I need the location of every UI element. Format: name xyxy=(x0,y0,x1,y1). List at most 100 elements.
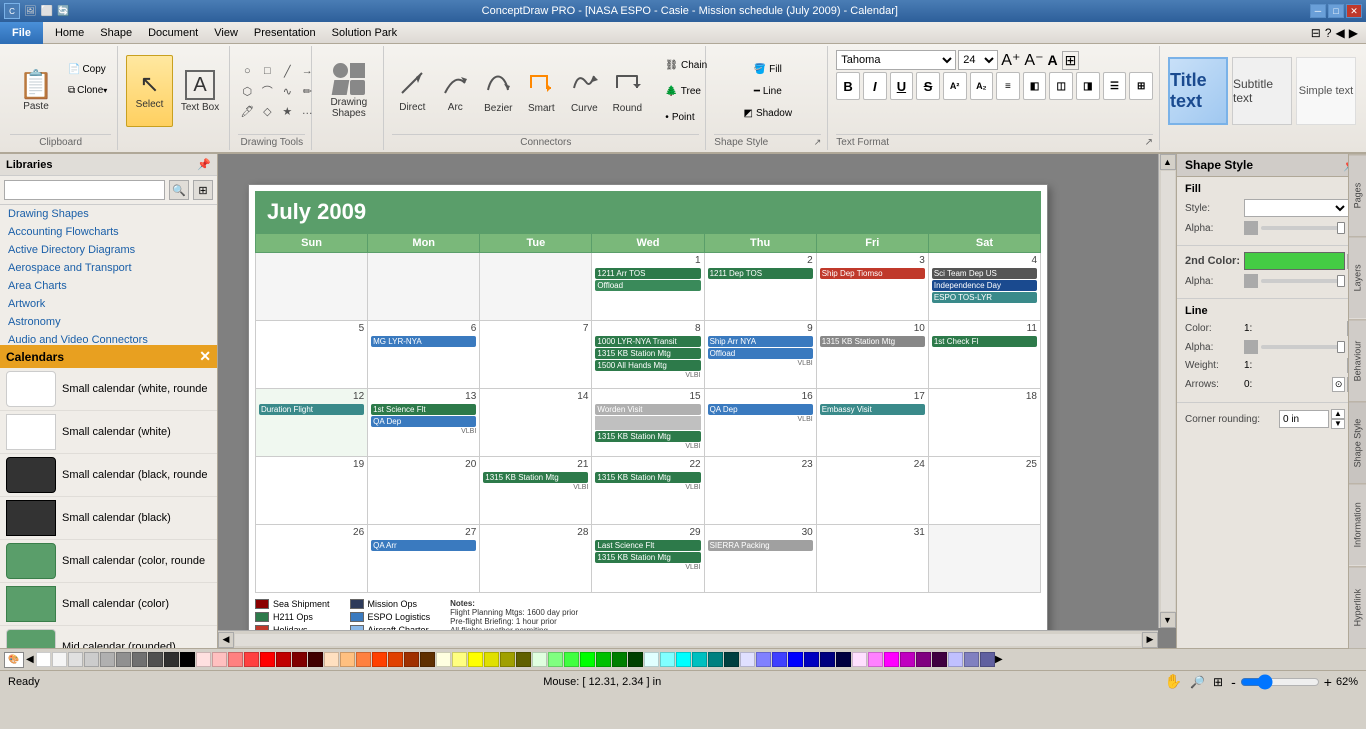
scroll-right-btn[interactable]: ▶ xyxy=(1142,632,1158,648)
dt-shape[interactable]: ◇ xyxy=(258,102,276,120)
palette-swatch[interactable] xyxy=(308,652,323,667)
home-menu[interactable]: Home xyxy=(47,22,92,44)
library-search-button[interactable]: 🔍 xyxy=(169,180,189,200)
font-size-select[interactable]: 24 xyxy=(958,50,998,70)
shrink-font-btn[interactable]: A⁻ xyxy=(1024,50,1043,70)
ribbon-collapse-btn[interactable]: ⊟ xyxy=(1311,26,1321,40)
cal-item-small-color-rounded[interactable]: Small calendar (color, rounde xyxy=(0,540,217,583)
direct-button[interactable]: Direct xyxy=(392,55,432,127)
cal-item-small-white[interactable]: Small calendar (white) xyxy=(0,411,217,454)
close-button[interactable]: ✕ xyxy=(1346,4,1362,18)
behaviour-tab[interactable]: Behaviour xyxy=(1349,319,1366,401)
palette-swatch[interactable] xyxy=(820,652,835,667)
drawing-shapes-button[interactable]: Drawing Shapes xyxy=(321,55,377,127)
title-text-style[interactable]: Title text xyxy=(1168,57,1228,125)
titlebar-icon-1[interactable]: 🖼 xyxy=(24,6,37,17)
palette-swatch[interactable] xyxy=(212,652,227,667)
calendars-close-btn[interactable]: ✕ xyxy=(199,348,211,365)
help-btn[interactable]: ? xyxy=(1325,26,1332,40)
scroll-track-v[interactable] xyxy=(1161,171,1175,611)
palette-swatch[interactable] xyxy=(484,652,499,667)
text-format-expand[interactable]: ↗ xyxy=(1145,137,1153,148)
format-btn-6[interactable]: ≡ xyxy=(996,72,1020,100)
palette-swatch[interactable] xyxy=(436,652,451,667)
line-alpha-slider[interactable] xyxy=(1261,345,1345,349)
palette-swatch[interactable] xyxy=(228,652,243,667)
dt-oval[interactable]: ○ xyxy=(238,62,256,80)
palette-swatch[interactable] xyxy=(676,652,691,667)
corner-up-btn[interactable]: ▲ xyxy=(1331,409,1345,419)
palette-swatch[interactable] xyxy=(548,652,563,667)
palette-swatch[interactable] xyxy=(68,652,83,667)
view-menu[interactable]: View xyxy=(206,22,246,44)
palette-swatch[interactable] xyxy=(244,652,259,667)
palette-swatch[interactable] xyxy=(292,652,307,667)
lib-item-artwork[interactable]: Artwork xyxy=(0,295,217,313)
palette-swatch[interactable] xyxy=(420,652,435,667)
palette-swatch[interactable] xyxy=(180,652,195,667)
lib-item-active-directory[interactable]: Active Directory Diagrams xyxy=(0,241,217,259)
palette-swatch[interactable] xyxy=(964,652,979,667)
palette-swatch[interactable] xyxy=(404,652,419,667)
palette-swatch[interactable] xyxy=(580,652,595,667)
font-highlight-btn[interactable]: ⊞ xyxy=(1062,51,1080,70)
tree-button[interactable]: 🌲 Tree xyxy=(661,80,711,102)
palette-swatch[interactable] xyxy=(564,652,579,667)
scroll-track-h[interactable] xyxy=(235,634,1141,646)
nav-forward-btn[interactable]: ▶ xyxy=(1349,26,1358,40)
cal-item-small-white-rounded[interactable]: Small calendar (white, rounde xyxy=(0,368,217,411)
titlebar-icon-3[interactable]: 🔄 xyxy=(57,6,69,17)
arrows-btn[interactable]: ⊙ xyxy=(1332,377,1346,392)
dt-bezier-d[interactable]: ∿ xyxy=(278,82,296,100)
palette-swatch[interactable] xyxy=(852,652,867,667)
solution-park-menu[interactable]: Solution Park xyxy=(324,22,405,44)
strikethrough-button[interactable]: S xyxy=(916,72,940,100)
dt-poly[interactable]: ⬡ xyxy=(238,82,256,100)
presentation-menu[interactable]: Presentation xyxy=(246,22,324,44)
palette-swatch[interactable] xyxy=(692,652,707,667)
lib-item-astronomy[interactable]: Astronomy xyxy=(0,313,217,331)
smart-button[interactable]: Smart xyxy=(521,55,561,127)
information-tab[interactable]: Information xyxy=(1349,483,1366,565)
palette-swatch[interactable] xyxy=(260,652,275,667)
palette-swatch[interactable] xyxy=(900,652,915,667)
zoom-in-btn[interactable]: + xyxy=(1324,674,1332,690)
lib-item-area-charts[interactable]: Area Charts xyxy=(0,277,217,295)
palette-swatch[interactable] xyxy=(596,652,611,667)
palette-swatch[interactable] xyxy=(884,652,899,667)
align-center-btn[interactable]: ◫ xyxy=(1049,72,1073,100)
palette-swatch[interactable] xyxy=(324,652,339,667)
hyperlink-tab[interactable]: Hyperlink xyxy=(1349,566,1366,648)
shape-menu[interactable]: Shape xyxy=(92,22,140,44)
palette-swatch[interactable] xyxy=(132,652,147,667)
second-alpha-thumb[interactable] xyxy=(1337,275,1345,287)
simple-text-style[interactable]: Simple text xyxy=(1296,57,1356,125)
palette-swatch[interactable] xyxy=(196,652,211,667)
shape-style-expand[interactable]: ↗ xyxy=(814,137,822,148)
bezier-button[interactable]: Bezier xyxy=(478,55,518,127)
palette-swatch[interactable] xyxy=(628,652,643,667)
cal-item-mid-rounded[interactable]: Mid calendar (rounded) xyxy=(0,626,217,648)
palette-swatch[interactable] xyxy=(980,652,995,667)
font-family-select[interactable]: Tahoma xyxy=(836,50,956,70)
library-view-toggle[interactable]: ⊞ xyxy=(193,180,213,200)
palette-swatch[interactable] xyxy=(84,652,99,667)
palette-swatch[interactable] xyxy=(772,652,787,667)
minimize-button[interactable]: ─ xyxy=(1310,4,1326,18)
horizontal-scrollbar[interactable]: ◀ ▶ xyxy=(218,630,1158,648)
scroll-down-btn[interactable]: ▼ xyxy=(1160,612,1176,628)
lib-item-accounting[interactable]: Accounting Flowcharts xyxy=(0,223,217,241)
palette-swatch[interactable] xyxy=(356,652,371,667)
fill-style-select[interactable] xyxy=(1245,202,1348,215)
subtitle-text-style[interactable]: Subtitle text xyxy=(1232,57,1292,125)
underline-button[interactable]: U xyxy=(890,72,914,100)
lib-item-audio-video[interactable]: Audio and Video Connectors xyxy=(0,331,217,345)
subscript-button[interactable]: A₂ xyxy=(970,72,994,100)
palette-swatch[interactable] xyxy=(724,652,739,667)
clone-button[interactable]: ⧉ Clone ▾ xyxy=(64,80,111,100)
lib-item-drawing-shapes[interactable]: Drawing Shapes xyxy=(0,205,217,223)
libraries-pin-btn[interactable]: 📌 xyxy=(197,158,211,171)
point-button[interactable]: • Point xyxy=(661,106,711,128)
palette-swatch[interactable] xyxy=(932,652,947,667)
zoom-to-fit-btn[interactable]: 🔎 xyxy=(1190,675,1205,689)
